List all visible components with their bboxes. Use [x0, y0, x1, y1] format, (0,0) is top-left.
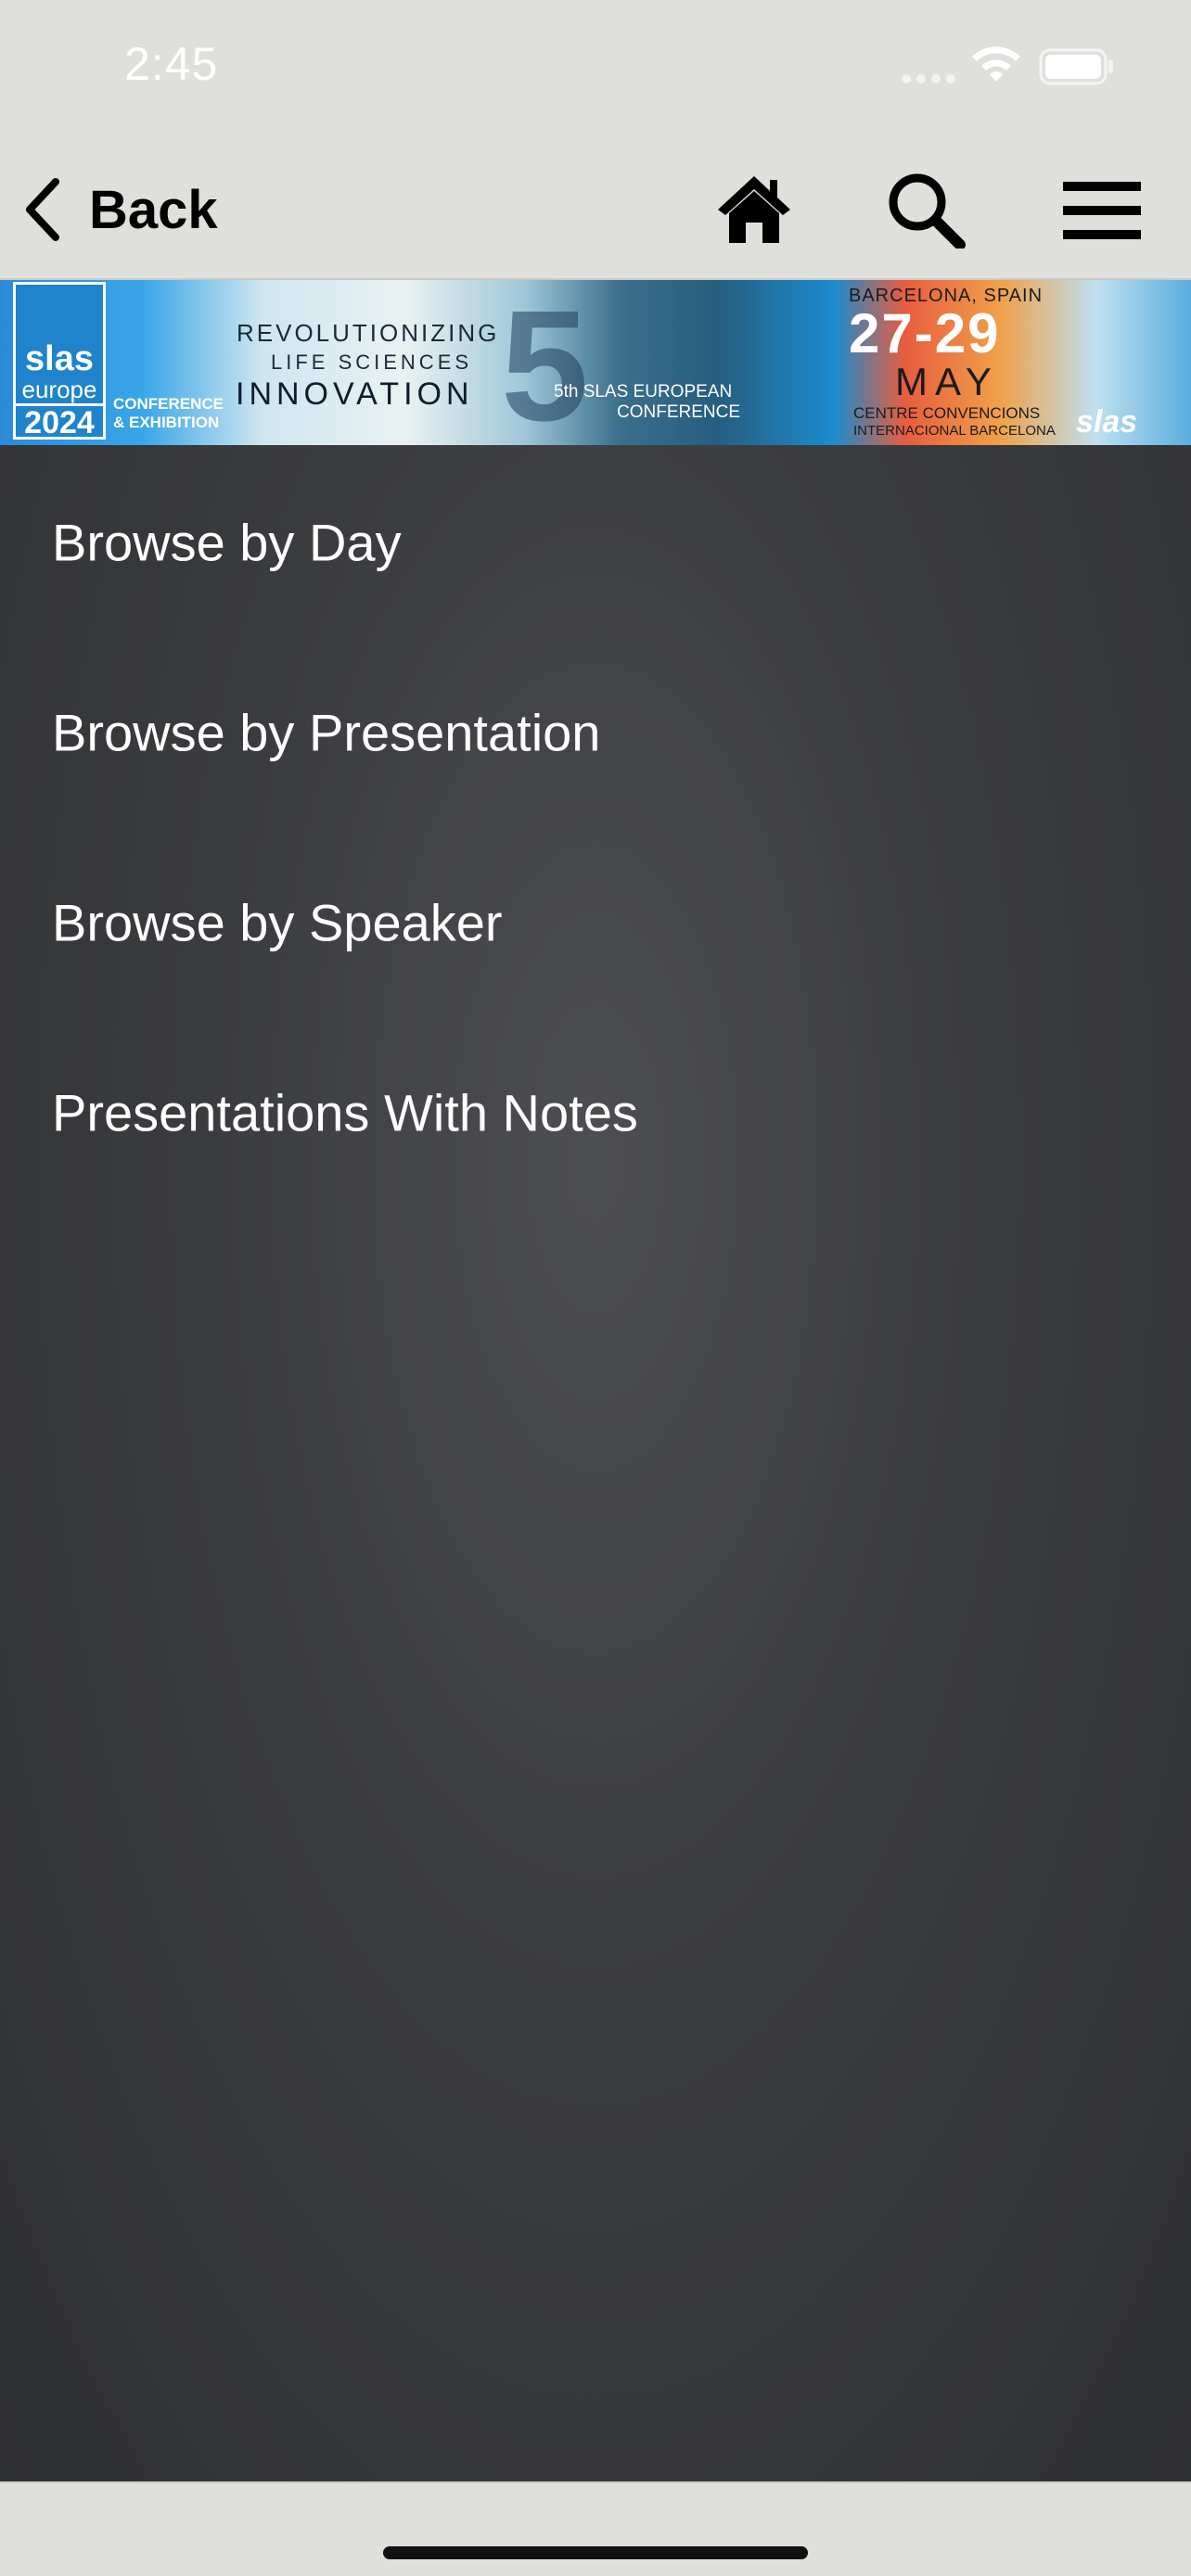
status-time: 2:45 [124, 38, 219, 90]
logo-mid: europe [21, 376, 97, 403]
banner-conference-1: 5th SLAS EUROPEAN [554, 382, 733, 402]
logo-subtitle-2: & EXHIBITION [113, 414, 220, 431]
menu-item-presentations-with-notes[interactable]: Presentations With Notes [0, 1015, 1191, 1205]
bottom-bar [0, 2481, 1191, 2576]
wifi-icon [972, 46, 1020, 82]
logo-top: slas [25, 339, 94, 378]
menu-item-browse-by-speaker[interactable]: Browse by Speaker [0, 825, 1191, 1015]
status-bar: 2:45 [0, 0, 1191, 139]
banner-venue-2: INTERNACIONAL BARCELONA [853, 423, 1056, 439]
banner-big-number: 5 [501, 280, 589, 445]
banner-headline-2: LIFE SCIENCES [271, 351, 473, 374]
search-icon[interactable] [886, 171, 966, 249]
conference-banner[interactable]: slas europe 2024 CONFERENCE & EXHIBITION… [0, 280, 1191, 445]
browse-menu-list: Browse by Day Browse by Presentation Bro… [0, 445, 1191, 1205]
menu-item-label: Browse by Day [52, 513, 402, 572]
banner-dates: 27-29 [849, 302, 1001, 364]
banner-headline-1: REVOLUTIONIZING [237, 319, 500, 347]
chevron-left-icon [26, 178, 59, 241]
signal-icon [902, 74, 955, 83]
menu-item-label: Presentations With Notes [52, 1083, 638, 1142]
banner-month: MAY [895, 360, 999, 403]
logo-year: 2024 [16, 403, 103, 440]
main-content: Browse by Day Browse by Presentation Bro… [0, 445, 1191, 2481]
banner-brand: slas [1076, 404, 1138, 440]
back-button[interactable]: Back [20, 172, 218, 247]
menu-item-browse-by-day[interactable]: Browse by Day [0, 445, 1191, 635]
battery-icon [1039, 48, 1113, 85]
banner-headline-3: INNOVATION [236, 376, 474, 412]
hamburger-menu-icon[interactable] [1061, 178, 1143, 243]
banner-conference-2: CONFERENCE [617, 402, 741, 422]
banner-venue-1: CENTRE CONVENCIONS [853, 404, 1041, 422]
back-label: Back [89, 179, 218, 240]
logo-subtitle: CONFERENCE & EXHIBITION [113, 395, 224, 432]
slas-europe-logo: slas europe 2024 [13, 282, 106, 440]
home-icon[interactable] [714, 172, 794, 247]
logo-subtitle-1: CONFERENCE [113, 395, 224, 413]
menu-item-browse-by-presentation[interactable]: Browse by Presentation [0, 635, 1191, 825]
nav-bar: Back [0, 139, 1191, 280]
home-indicator[interactable] [383, 2546, 808, 2559]
menu-item-label: Browse by Presentation [52, 703, 601, 762]
menu-item-label: Browse by Speaker [52, 893, 503, 952]
